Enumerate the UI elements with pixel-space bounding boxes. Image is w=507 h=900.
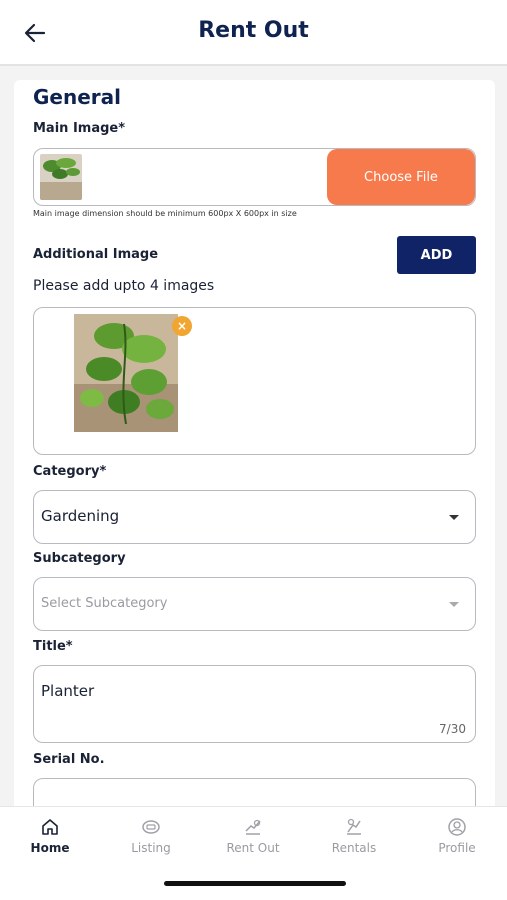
subcategory-placeholder: Select Subcategory (41, 596, 168, 611)
nav-profile[interactable]: Profile (417, 817, 497, 855)
nav-rentals-label: Rentals (331, 841, 377, 855)
chevron-down-icon (449, 515, 459, 520)
page-title: Rent Out (198, 18, 309, 43)
subcategory-label: Subcategory (33, 551, 126, 566)
home-indicator (164, 881, 346, 886)
nav-home[interactable]: Home (10, 817, 90, 855)
category-select[interactable]: Gardening (33, 490, 476, 544)
app-header: Rent Out (0, 0, 507, 66)
nav-listing-label: Listing (131, 841, 171, 855)
main-image-hint: Main image dimension should be minimum 6… (33, 209, 297, 218)
main-image-thumbnail (40, 154, 82, 200)
subcategory-select[interactable]: Select Subcategory (33, 577, 476, 631)
nav-home-label: Home (30, 841, 70, 855)
additional-image-thumbnail (74, 314, 178, 432)
profile-icon (448, 818, 466, 836)
nav-listing[interactable]: Listing (111, 817, 191, 855)
category-value: Gardening (41, 507, 120, 525)
nav-rent-out-label: Rent Out (226, 841, 280, 855)
nav-rentals[interactable]: Rentals (314, 817, 394, 855)
listing-icon (142, 820, 160, 834)
rentals-icon (347, 818, 361, 835)
add-image-button[interactable]: ADD (397, 236, 476, 274)
title-label: Title* (33, 639, 73, 654)
rent-out-icon (245, 819, 261, 835)
category-label: Category* (33, 464, 107, 479)
nav-profile-label: Profile (438, 841, 476, 855)
remove-image-icon[interactable]: × (172, 316, 192, 336)
title-char-counter: 7/30 (439, 722, 466, 736)
main-image-label: Main Image* (33, 121, 126, 136)
form-card: General Main Image* Choose File Main ima… (14, 80, 495, 810)
additional-image-label: Additional Image (33, 247, 159, 262)
section-title: General (33, 85, 121, 109)
title-input[interactable]: Planter 7/30 (33, 665, 476, 743)
serial-label: Serial No. (33, 752, 105, 767)
additional-images-box: × (33, 307, 476, 455)
chevron-down-icon (449, 602, 459, 607)
title-value: Planter (41, 682, 95, 700)
main-image-field[interactable]: Choose File (33, 148, 476, 206)
additional-image-helper: Please add upto 4 images (33, 278, 215, 294)
nav-rent-out[interactable]: Rent Out (213, 817, 293, 855)
choose-file-button[interactable]: Choose File (327, 149, 475, 205)
home-icon (42, 819, 58, 835)
